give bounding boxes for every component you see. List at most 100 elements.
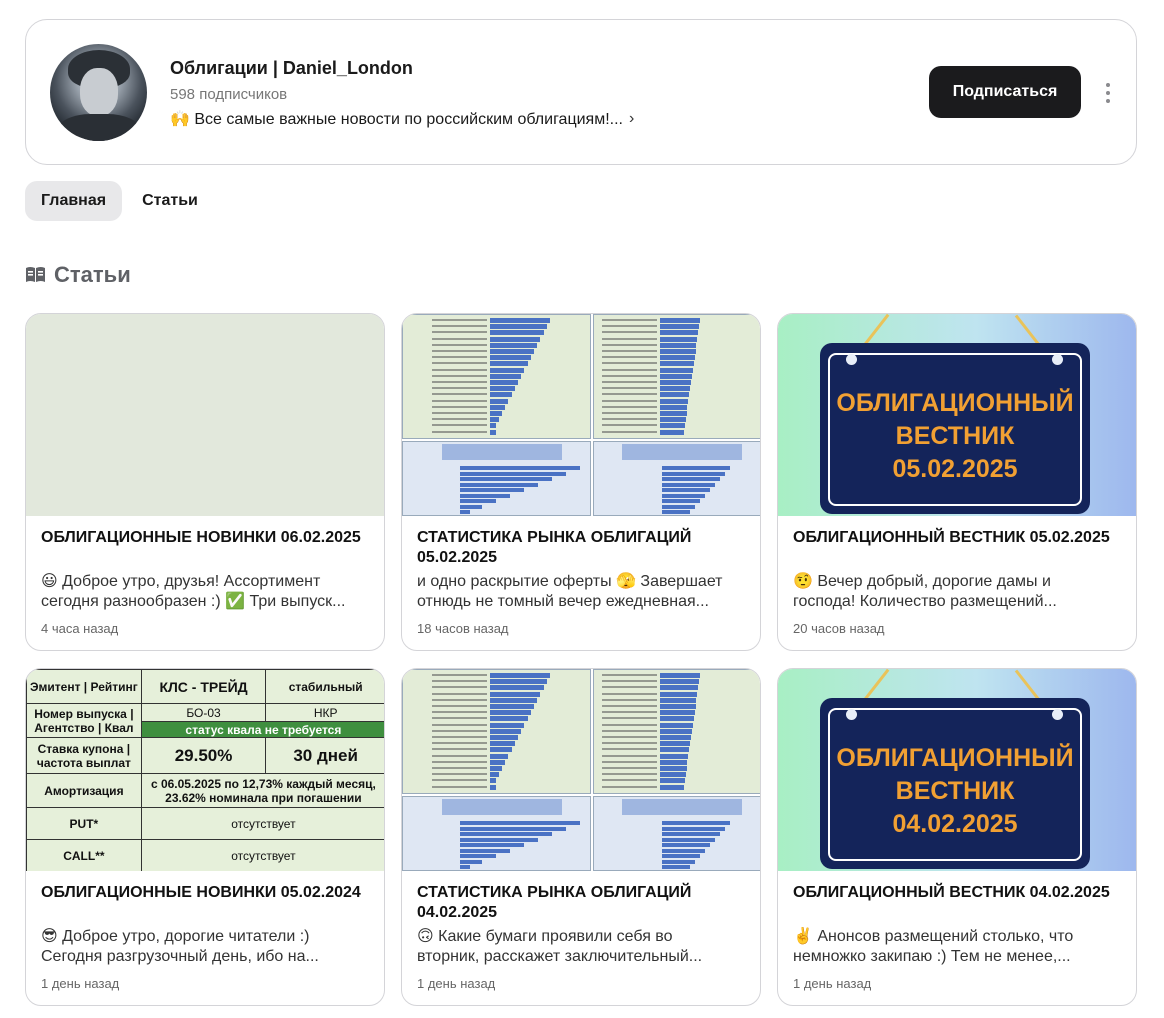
chart-bar	[660, 704, 696, 709]
chart-bar	[660, 710, 695, 716]
channel-description[interactable]: 🙌 Все самые важные новости по российским…	[170, 109, 634, 129]
chart-bar	[662, 848, 705, 853]
chart-bar	[660, 691, 698, 697]
avatar-body	[58, 114, 140, 141]
chart-label	[602, 381, 657, 383]
chart-bar	[490, 747, 512, 753]
chart-bar	[660, 361, 694, 367]
table-cell: БО-03	[140, 703, 267, 722]
chart-label	[432, 692, 487, 695]
article-card[interactable]: Эмитент | Рейтинг КЛС - ТРЕЙД стабильный Но…	[25, 668, 385, 1006]
table-cell: КЛС - ТРЕЙД	[140, 669, 267, 704]
chart-bar	[660, 336, 698, 342]
chart-bar	[662, 477, 720, 481]
chart-bar	[660, 741, 691, 747]
table-cell: Номер выпуска | Агентство | Квал	[26, 703, 142, 738]
chart-bar	[662, 837, 715, 842]
chart-label	[602, 773, 657, 776]
chart-bar	[490, 704, 534, 709]
section-title: Статьи	[54, 262, 131, 287]
chart-bar	[660, 349, 696, 354]
article-thumbnail[interactable]: Эмитент | Рейтинг КЛС - ТРЕЙД стабильный Но…	[26, 669, 384, 871]
chart-bar	[662, 826, 725, 831]
article-card[interactable]: СТАТИСТИКА РЫНКА ОБЛИГАЦИЙ 05.02.2025 и о…	[401, 313, 761, 651]
article-thumbnail[interactable]	[402, 314, 760, 516]
article-card[interactable]: ОБЛИГАЦИОННЫЙ ВЕСТНИК 04.02.2025 ОБЛИГАЦИОН…	[777, 668, 1137, 1006]
article-thumbnail[interactable]: ОБЛИГАЦИОННЫЙ ВЕСТНИК 04.02.2025	[778, 669, 1136, 871]
tab-articles[interactable]: Статьи	[126, 181, 214, 221]
chart-bar	[460, 865, 470, 869]
chart-bar	[490, 741, 515, 747]
chart-bar	[662, 821, 730, 825]
article-thumbnail[interactable]	[26, 314, 384, 516]
table-cell: стабильный	[265, 669, 384, 704]
article-title[interactable]: ОБЛИГАЦИОННЫЙ ВЕСТНИК 05.02.2025	[793, 528, 1123, 548]
chart-bar	[460, 493, 510, 498]
chart-label	[432, 686, 487, 689]
chart-label	[432, 343, 487, 346]
table-cell: CALL**	[26, 839, 142, 871]
chart-bar	[490, 349, 534, 354]
chart-label	[602, 767, 657, 769]
chart-bar	[460, 837, 538, 842]
channel-description-text: 🙌 Все самые важные новости по российским…	[170, 111, 623, 128]
chart-label	[602, 350, 657, 352]
chevron-right-icon[interactable]: ›	[629, 110, 634, 128]
chart-bar	[460, 471, 566, 476]
chart-bar	[662, 499, 700, 503]
sign-text-line3: 04.02.2025	[892, 810, 1018, 838]
chart-bar	[662, 843, 710, 847]
sign-text-line1: ОБЛИГАЦИОННЫЙ	[836, 389, 1074, 417]
chart-bar	[660, 728, 692, 734]
chart-bar	[662, 482, 715, 487]
article-thumbnail[interactable]: ОБЛИГАЦИОННЫЙ ВЕСТНИК 05.02.2025	[778, 314, 1136, 516]
article-excerpt: 😎 Доброе утро, дорогие читатели :) Сегод…	[41, 928, 319, 965]
chart-bar	[660, 772, 686, 778]
article-title[interactable]: ОБЛИГАЦИОННЫЕ НОВИНКИ 06.02.2025	[41, 528, 371, 548]
chart-label	[602, 705, 657, 707]
article-excerpt: 🙃 Какие бумаги проявили себя во вторник,…	[417, 928, 703, 965]
chart-bar	[660, 747, 690, 753]
chart-bar	[662, 832, 720, 836]
article-thumbnail[interactable]	[402, 669, 760, 871]
chart-bar	[490, 735, 518, 740]
table-cell: 30 дней	[265, 737, 384, 774]
tab-home[interactable]: Главная	[25, 181, 123, 221]
chart-bar	[490, 679, 547, 685]
sign-board: ОБЛИГАЦИОННЫЙ ВЕСТНИК 04.02.2025	[820, 698, 1090, 869]
chart-bar	[490, 324, 547, 330]
chart-label	[602, 399, 657, 402]
subscribe-button[interactable]: Подписаться	[929, 66, 1081, 118]
chart-label	[432, 374, 487, 377]
article-time: 4 часа назад	[41, 621, 119, 636]
chart-label	[432, 767, 487, 769]
chart-bar	[662, 471, 725, 476]
article-title[interactable]: ОБЛИГАЦИОННЫЕ НОВИНКИ 05.02.2024	[41, 883, 371, 903]
article-time: 1 день назад	[417, 976, 496, 991]
chart-bar	[490, 373, 522, 379]
chart-bar	[490, 392, 512, 398]
channel-title[interactable]: Облигации | Daniel_London	[170, 58, 413, 79]
avatar[interactable]	[50, 44, 147, 141]
article-title[interactable]: СТАТИСТИКА РЫНКА ОБЛИГАЦИЙ 04.02.2025	[417, 883, 747, 923]
article-time: 18 часов назад	[417, 621, 509, 636]
article-card[interactable]: ОБЛИГАЦИОННЫЕ НОВИНКИ 06.02.2025 😃 Доброе…	[25, 313, 385, 651]
chart-bar	[490, 697, 538, 703]
chart-bar	[660, 673, 700, 678]
chart-label	[432, 399, 487, 402]
article-title[interactable]: СТАТИСТИКА РЫНКА ОБЛИГАЦИЙ 05.02.2025	[417, 528, 747, 568]
chart-bar	[490, 691, 541, 697]
chart-label	[432, 424, 487, 427]
chart-bar	[660, 753, 689, 759]
more-options-icon[interactable]	[1098, 80, 1118, 106]
article-excerpt: 😃 Доброе утро, друзья! Ассортимент сегод…	[41, 573, 346, 610]
chart-bar	[490, 784, 496, 790]
article-card[interactable]: ОБЛИГАЦИОННЫЙ ВЕСТНИК 05.02.2025 ОБЛИГАЦИОН…	[777, 313, 1137, 651]
table-cell: отсутствует	[140, 839, 384, 871]
sign-text-line2: ВЕСТНИК	[895, 777, 1015, 805]
subscriber-count: 598 подписчиков	[170, 86, 288, 103]
article-card[interactable]: СТАТИСТИКА РЫНКА ОБЛИГАЦИЙ 04.02.2025 🙃 К…	[401, 668, 761, 1006]
article-title[interactable]: ОБЛИГАЦИОННЫЙ ВЕСТНИК 04.02.2025	[793, 883, 1123, 903]
chart-label	[602, 698, 657, 701]
chart-bar	[662, 466, 730, 470]
